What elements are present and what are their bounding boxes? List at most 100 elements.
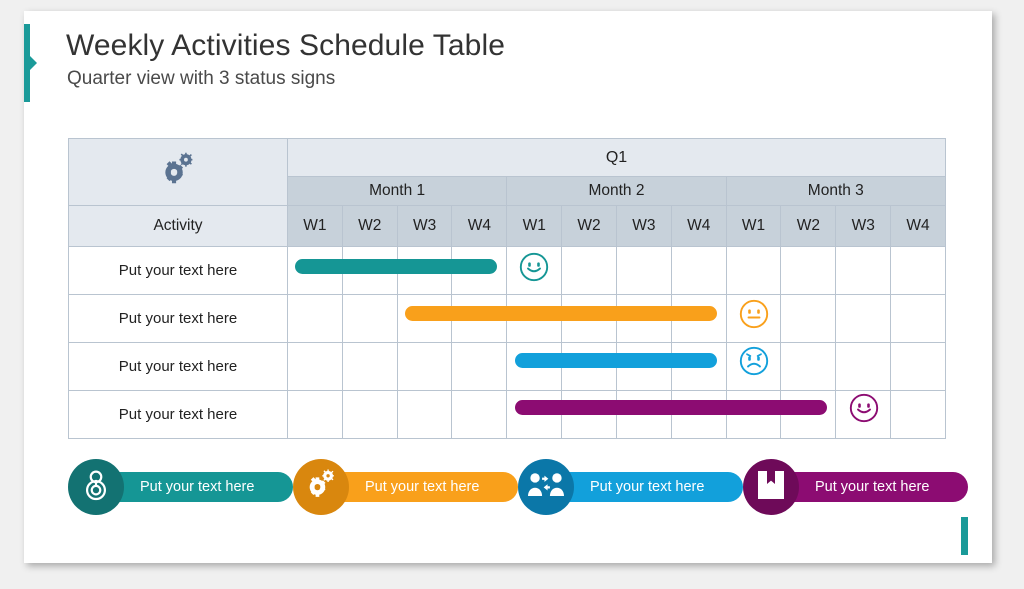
week-cell-r1-w10[interactable] (780, 246, 837, 295)
week-cell-r4-w7[interactable] (615, 390, 672, 439)
bookmark-icon-svg (758, 470, 784, 499)
week-cell-r2-w7[interactable] (615, 294, 672, 343)
bookmark-icon (756, 469, 786, 506)
table-row[interactable]: Put your text here (68, 294, 946, 343)
table-header-row-quarter: Q1 (68, 138, 946, 206)
week-header-8: W4 (670, 205, 727, 247)
week-cell-r1-w9[interactable] (725, 246, 782, 295)
week-header-7: W3 (615, 205, 672, 247)
week-cell-r3-w5[interactable] (506, 342, 563, 391)
week-cell-r4-w12[interactable] (890, 390, 946, 439)
week-cell-r2-w6[interactable] (561, 294, 617, 343)
week-cell-r4-w2[interactable] (341, 390, 398, 439)
week-cell-r2-w5[interactable] (506, 294, 563, 343)
bottom-right-accent-mark (961, 517, 968, 555)
week-cell-r2-w1[interactable] (287, 294, 343, 343)
legend-label-2: Put your text here (365, 479, 480, 495)
table-row[interactable]: Put your text here (68, 342, 946, 391)
week-cell-r1-w5[interactable] (506, 246, 563, 295)
week-cell-r4-w4[interactable] (451, 390, 508, 439)
week-cell-r4-w8[interactable] (670, 390, 727, 439)
week-cell-r2-w11[interactable] (835, 294, 892, 343)
week-cell-r2-w8[interactable] (670, 294, 727, 343)
week-header-5: W1 (506, 205, 563, 247)
week-cell-r2-w4[interactable] (451, 294, 508, 343)
week-cell-r2-w2[interactable] (341, 294, 398, 343)
week-cell-r4-w10[interactable] (780, 390, 837, 439)
week-cell-r1-w4[interactable] (451, 246, 508, 295)
legend-container: Put your text here Put your text here Put … (68, 459, 968, 519)
target-person-icon (79, 468, 113, 507)
legend-item-2[interactable]: Put your text here (293, 459, 518, 515)
slide-canvas: Weekly Activities Schedule Table Quarter… (24, 11, 992, 563)
schedule-table-container: Q1 Month 1 Month 2 Month 3 Activity W1 W2 W3 W4 W… (68, 138, 947, 439)
activity-label-cell[interactable]: Put your text here (68, 390, 288, 439)
week-cell-r2-w10[interactable] (780, 294, 837, 343)
week-cell-r3-w8[interactable] (670, 342, 727, 391)
week-header-6: W2 (561, 205, 617, 247)
page-title: Weekly Activities Schedule Table (66, 29, 505, 62)
legend-icon-circle-1[interactable] (68, 459, 124, 515)
month-header-1: Month 1 (286, 176, 508, 206)
gears-icon (304, 468, 338, 507)
table-row[interactable]: Put your text here (68, 246, 946, 295)
week-cell-r3-w11[interactable] (835, 342, 892, 391)
week-header-1: W1 (287, 205, 343, 247)
legend-item-1[interactable]: Put your text here (68, 459, 293, 515)
week-cell-r3-w7[interactable] (615, 342, 672, 391)
gears-icon (159, 152, 197, 193)
week-cell-r2-w12[interactable] (890, 294, 946, 343)
week-cell-r4-w1[interactable] (287, 390, 343, 439)
week-cell-r3-w1[interactable] (287, 342, 343, 391)
week-cell-r3-w10[interactable] (780, 342, 837, 391)
people-transfer-icon (528, 470, 564, 505)
week-header-4: W4 (451, 205, 508, 247)
week-cell-r1-w3[interactable] (396, 246, 453, 295)
activity-label-cell[interactable]: Put your text here (68, 342, 288, 391)
week-cell-r3-w3[interactable] (396, 342, 453, 391)
quarter-header-cell: Q1 (287, 138, 946, 177)
week-cell-r1-w1[interactable] (287, 246, 343, 295)
month-header-2: Month 2 (506, 176, 727, 206)
week-cell-r4-w3[interactable] (396, 390, 453, 439)
legend-icon-circle-2[interactable] (293, 459, 349, 515)
week-cell-r1-w6[interactable] (561, 246, 617, 295)
week-cell-r1-w8[interactable] (670, 246, 727, 295)
week-cell-r3-w6[interactable] (561, 342, 617, 391)
week-cell-r1-w7[interactable] (615, 246, 672, 295)
people-transfer-icon-svg (528, 472, 564, 496)
week-cell-r4-w6[interactable] (561, 390, 617, 439)
legend-label-4: Put your text here (815, 479, 930, 495)
table-row[interactable]: Put your text here (68, 390, 946, 439)
activity-header-cell: Activity (68, 205, 288, 247)
page-subtitle: Quarter view with 3 status signs (67, 68, 336, 89)
week-header-11: W3 (835, 205, 892, 247)
table-corner-gears-cell (68, 138, 288, 206)
legend-label-3: Put your text here (590, 479, 705, 495)
week-cell-r3-w4[interactable] (451, 342, 508, 391)
week-header-10: W2 (780, 205, 837, 247)
week-header-3: W3 (396, 205, 453, 247)
week-cell-r3-w9[interactable] (725, 342, 782, 391)
table-header-row-weeks: Activity W1 W2 W3 W4 W1 W2 W3 W4 W1 W2 W3 W4 (68, 205, 946, 247)
schedule-table: Q1 Month 1 Month 2 Month 3 Activity W1 W2 W3 W4 W… (68, 138, 947, 439)
week-header-2: W2 (341, 205, 398, 247)
legend-icon-circle-3[interactable] (518, 459, 574, 515)
week-cell-r1-w2[interactable] (341, 246, 398, 295)
week-cell-r2-w9[interactable] (725, 294, 782, 343)
week-cell-r4-w5[interactable] (506, 390, 563, 439)
week-header-12: W4 (890, 205, 946, 247)
week-cell-r2-w3[interactable] (396, 294, 453, 343)
legend-icon-circle-4[interactable] (743, 459, 799, 515)
week-cell-r1-w12[interactable] (890, 246, 946, 295)
gears-icon-svg (309, 469, 334, 497)
legend-item-4[interactable]: Put your text here (743, 459, 968, 515)
activity-label-cell[interactable]: Put your text here (68, 294, 288, 343)
week-cell-r4-w11[interactable] (835, 390, 892, 439)
activity-label-cell[interactable]: Put your text here (68, 246, 288, 295)
week-cell-r3-w12[interactable] (890, 342, 946, 391)
week-cell-r4-w9[interactable] (725, 390, 782, 439)
week-cell-r3-w2[interactable] (341, 342, 398, 391)
legend-item-3[interactable]: Put your text here (518, 459, 743, 515)
week-cell-r1-w11[interactable] (835, 246, 892, 295)
